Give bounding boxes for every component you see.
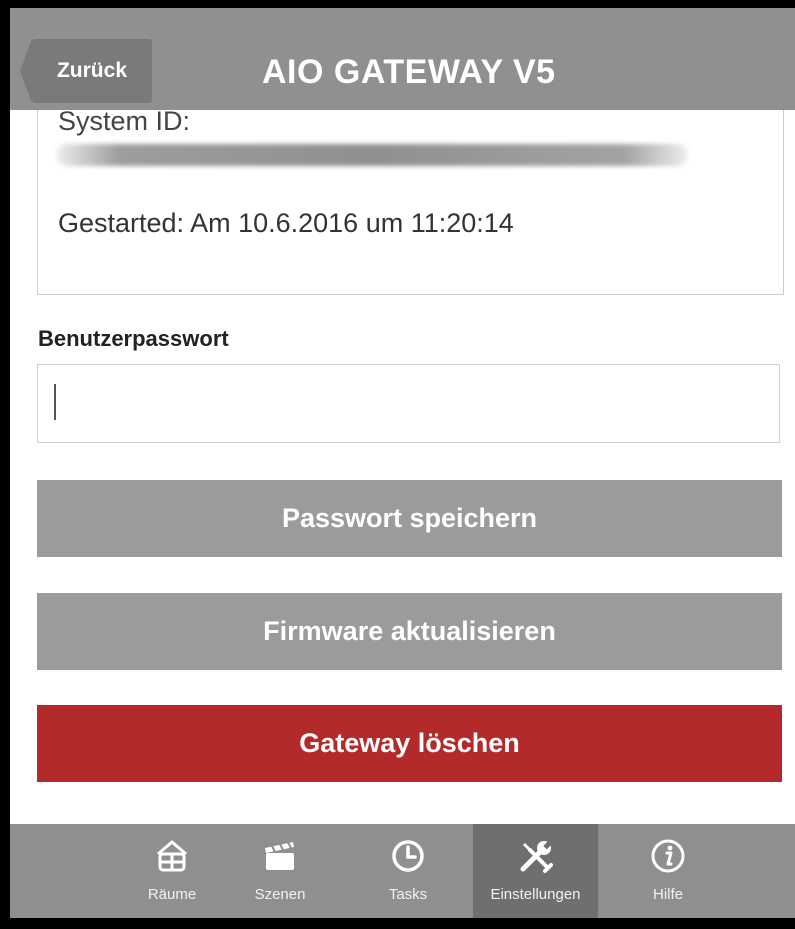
nav-item-tasks[interactable]: Tasks [364, 824, 452, 918]
nav-item-hilfe[interactable]: Hilfe [624, 824, 712, 918]
bottom-navigation: Räume Szenen Tasks Einstellungen Hilfe [10, 824, 795, 918]
nav-label-einstellungen: Einstellungen [490, 886, 581, 903]
system-id-redacted-value [56, 144, 688, 166]
app-header: Zurück AIO GATEWAY V5 [10, 8, 795, 110]
nav-item-raeume[interactable]: Räume [128, 824, 216, 918]
delete-gateway-button[interactable]: Gateway löschen [37, 705, 782, 782]
nav-label-szenen: Szenen [254, 886, 306, 903]
password-input[interactable] [37, 364, 780, 443]
tools-icon [514, 834, 558, 878]
clapperboard-icon [258, 834, 302, 878]
update-firmware-button[interactable]: Firmware aktualisieren [37, 593, 782, 670]
nav-label-raeume: Räume [147, 886, 197, 903]
nav-label-hilfe: Hilfe [652, 886, 683, 903]
clock-icon [386, 834, 430, 878]
save-password-button[interactable]: Passwort speichern [37, 480, 782, 557]
app-screen: System ID: Gestarted: Am 10.6.2016 um 11… [10, 8, 795, 918]
info-icon [646, 834, 690, 878]
house-icon [150, 834, 194, 878]
nav-item-einstellungen[interactable]: Einstellungen [473, 824, 598, 918]
nav-item-szenen[interactable]: Szenen [236, 824, 324, 918]
page-title: AIO GATEWAY V5 [262, 53, 556, 91]
back-button[interactable]: Zurück [20, 39, 152, 103]
started-timestamp: Gestarted: Am 10.6.2016 um 11:20:14 [58, 208, 514, 238]
text-cursor [54, 384, 56, 420]
password-label: Benutzerpasswort [38, 326, 229, 351]
nav-label-tasks: Tasks [388, 886, 428, 903]
